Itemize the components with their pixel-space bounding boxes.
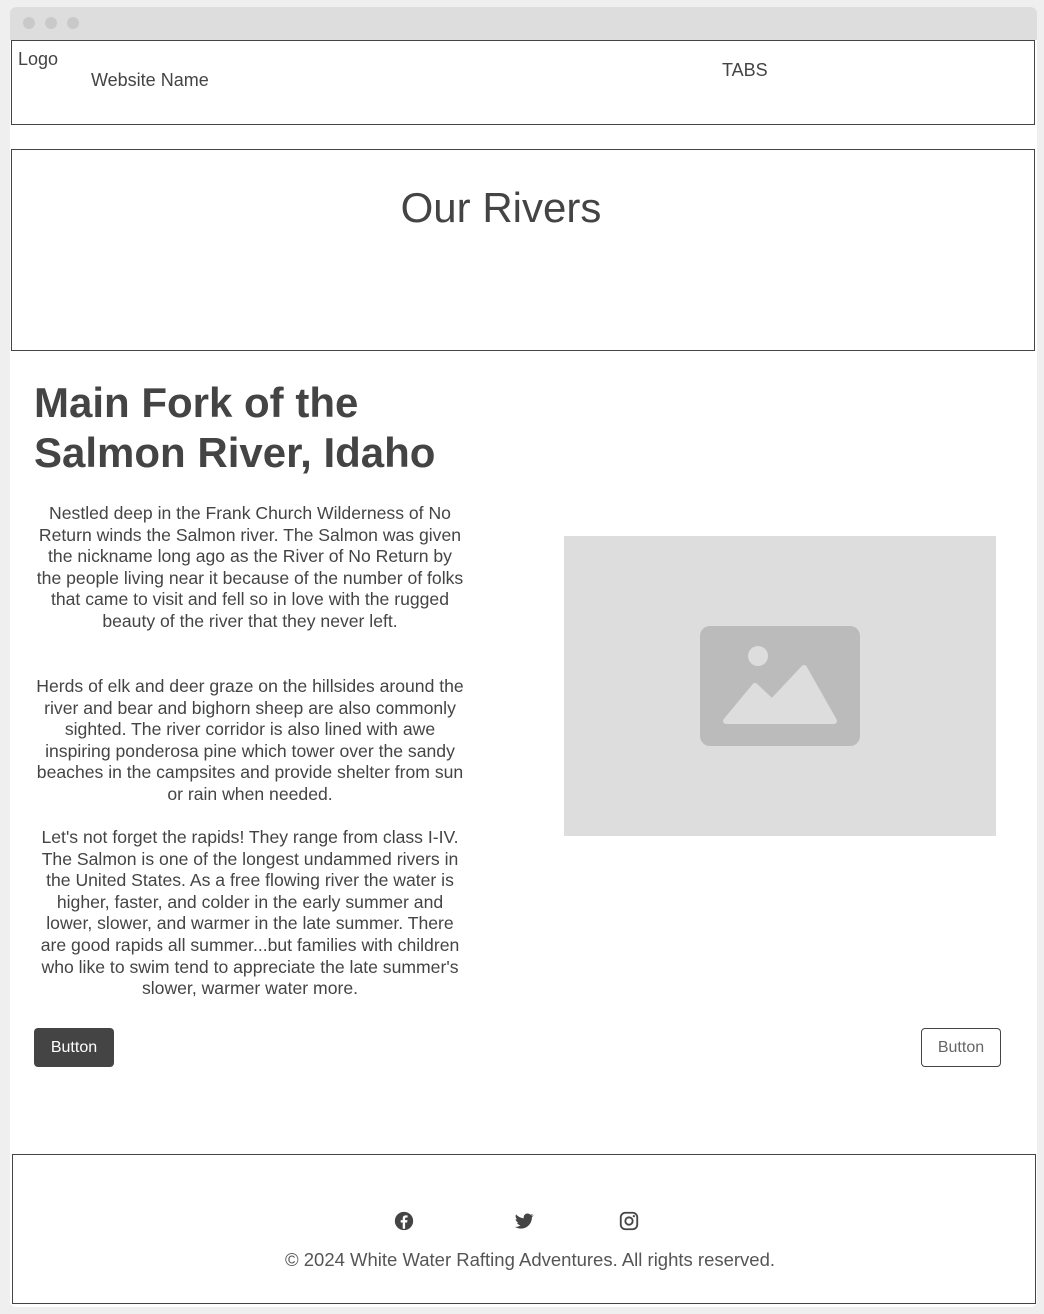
window-close-dot[interactable] (23, 17, 35, 29)
site-header: Logo Website Name TABS (11, 40, 1035, 125)
browser-window: Logo Website Name TABS Our Rivers Main F… (10, 7, 1037, 1307)
site-footer: © 2024 White Water Rafting Adventures. A… (12, 1154, 1036, 1304)
page-title: Our Rivers (400, 184, 602, 231)
window-titlebar (10, 7, 1037, 40)
window-maximize-dot[interactable] (67, 17, 79, 29)
secondary-button[interactable]: Button (921, 1028, 1001, 1067)
website-name[interactable]: Website Name (91, 70, 209, 91)
image-placeholder-icon (700, 626, 860, 746)
window-minimize-dot[interactable] (45, 17, 57, 29)
facebook-icon[interactable] (393, 1210, 415, 1232)
hero-banner: Our Rivers (11, 149, 1035, 351)
primary-button[interactable]: Button (34, 1028, 114, 1067)
river-paragraph-1: Nestled deep in the Frank Church Wildern… (36, 503, 464, 631)
river-image-placeholder (564, 536, 996, 836)
nav-tabs[interactable]: TABS (722, 60, 768, 81)
river-heading: Main Fork of the Salmon River, Idaho (34, 379, 436, 476)
river-paragraph-3: Let's not forget the rapids! They range … (40, 827, 460, 999)
instagram-icon[interactable] (618, 1210, 640, 1232)
copyright-text: © 2024 White Water Rafting Adventures. A… (284, 1249, 776, 1270)
twitter-icon[interactable] (513, 1210, 535, 1232)
logo[interactable]: Logo (18, 49, 58, 70)
river-paragraph-2: Herds of elk and deer graze on the hills… (36, 676, 464, 804)
